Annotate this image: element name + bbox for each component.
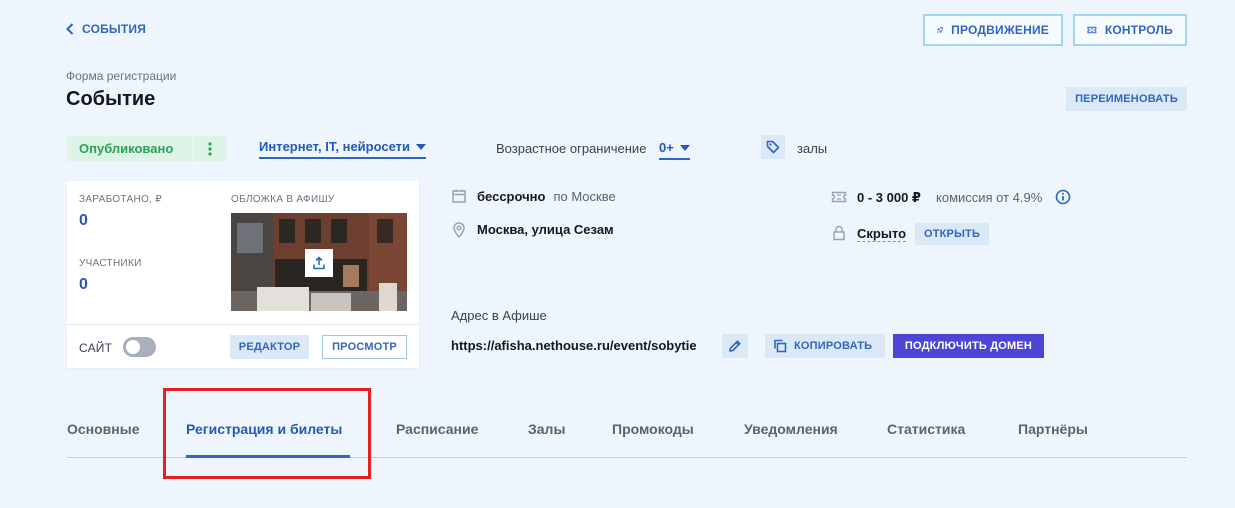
afisha-address-label: Адрес в Афише	[451, 308, 547, 323]
status-badge: Опубликовано	[67, 136, 226, 161]
tab-promocodes[interactable]: Промокоды	[612, 421, 694, 437]
category-value: Интернет, IT, нейросети	[259, 139, 411, 154]
cover-image[interactable]	[231, 213, 407, 311]
kebab-menu-icon	[208, 141, 212, 156]
info-icon[interactable]	[1055, 189, 1071, 205]
copy-url-button[interactable]: КОПИРОВАТЬ	[765, 334, 885, 358]
tab-main[interactable]: Основные	[67, 421, 140, 437]
open-button[interactable]: ОТКРЫТЬ	[915, 223, 989, 245]
participants-value: 0	[79, 276, 88, 293]
upload-cover-button[interactable]	[305, 249, 333, 277]
price-ticket-icon	[831, 191, 847, 203]
control-button-label: КОНТРОЛЬ	[1104, 23, 1173, 37]
page-title: Событие	[66, 88, 156, 110]
tab-notifications[interactable]: Уведомления	[744, 421, 838, 437]
editor-button[interactable]: РЕДАКТОР	[230, 335, 309, 359]
highlight-box	[163, 388, 371, 479]
age-restriction-select[interactable]: 0+	[659, 140, 690, 160]
earned-label: ЗАРАБОТАНО, ₽	[79, 194, 162, 205]
category-select[interactable]: Интернет, IT, нейросети	[259, 139, 427, 159]
tab-schedule[interactable]: Расписание	[396, 421, 478, 437]
participants-label: УЧАСТНИКИ	[79, 258, 142, 269]
event-address: Москва, улица Сезам	[477, 222, 614, 237]
cover-label: ОБЛОЖКА В АФИШУ	[231, 194, 335, 205]
dropdown-arrow-icon	[416, 143, 427, 150]
rocket-icon	[937, 26, 944, 33]
promotion-button-label: ПРОДВИЖЕНИЕ	[951, 23, 1049, 37]
form-label: Форма регистрации	[66, 69, 177, 83]
copy-icon	[774, 339, 787, 353]
halls-label: залы	[797, 141, 828, 156]
connect-domain-button[interactable]: ПОДКЛЮЧИТЬ ДОМЕН	[893, 334, 1044, 358]
price-range: 0 - 3 000 ₽	[857, 190, 921, 205]
control-button[interactable]: КОНТРОЛЬ	[1073, 14, 1187, 46]
back-to-events-link[interactable]: СОБЫТИЯ	[66, 22, 146, 36]
edit-url-button[interactable]	[722, 334, 748, 358]
site-label: САЙТ	[79, 341, 113, 355]
age-restriction-value: 0+	[659, 140, 674, 155]
status-label[interactable]: Опубликовано	[67, 136, 193, 161]
event-timezone: по Москве	[553, 189, 616, 204]
site-toggle[interactable]	[123, 337, 156, 357]
event-date: бессрочно по Москве	[477, 189, 616, 204]
chevron-left-icon	[66, 23, 74, 35]
dropdown-arrow-icon	[679, 144, 690, 151]
lock-icon	[833, 225, 845, 241]
calendar-icon	[452, 189, 466, 203]
commission-text: комиссия от 4.9%	[936, 190, 1043, 205]
afisha-url: https://afisha.nethouse.ru/event/sobytie	[451, 338, 697, 353]
card-divider	[67, 324, 419, 325]
tab-halls[interactable]: Залы	[528, 421, 565, 437]
ticket-icon	[1087, 26, 1097, 34]
upload-icon	[313, 256, 325, 270]
earned-value: 0	[79, 212, 88, 229]
pencil-icon	[729, 340, 741, 352]
event-date-value: бессрочно	[477, 189, 546, 204]
tag-icon	[766, 140, 780, 154]
tab-statistics[interactable]: Статистика	[887, 421, 965, 437]
visibility-select[interactable]: Скрыто	[857, 226, 907, 242]
back-link-label: СОБЫТИЯ	[82, 22, 147, 36]
halls-tag-button[interactable]	[761, 135, 785, 159]
preview-button[interactable]: ПРОСМОТР	[322, 335, 407, 359]
rename-button[interactable]: ПЕРЕИМЕНОВАТЬ	[1066, 87, 1187, 111]
location-pin-icon	[453, 222, 465, 238]
promotion-button[interactable]: ПРОДВИЖЕНИЕ	[923, 14, 1063, 46]
status-menu-button[interactable]	[193, 136, 226, 161]
event-summary-card: ЗАРАБОТАНО, ₽ 0 УЧАСТНИКИ 0 ОБЛОЖКА В АФ…	[67, 181, 419, 368]
copy-url-label: КОПИРОВАТЬ	[794, 340, 873, 352]
tab-partners[interactable]: Партнёры	[1018, 421, 1088, 437]
age-restriction-label: Возрастное ограничение	[496, 141, 647, 156]
